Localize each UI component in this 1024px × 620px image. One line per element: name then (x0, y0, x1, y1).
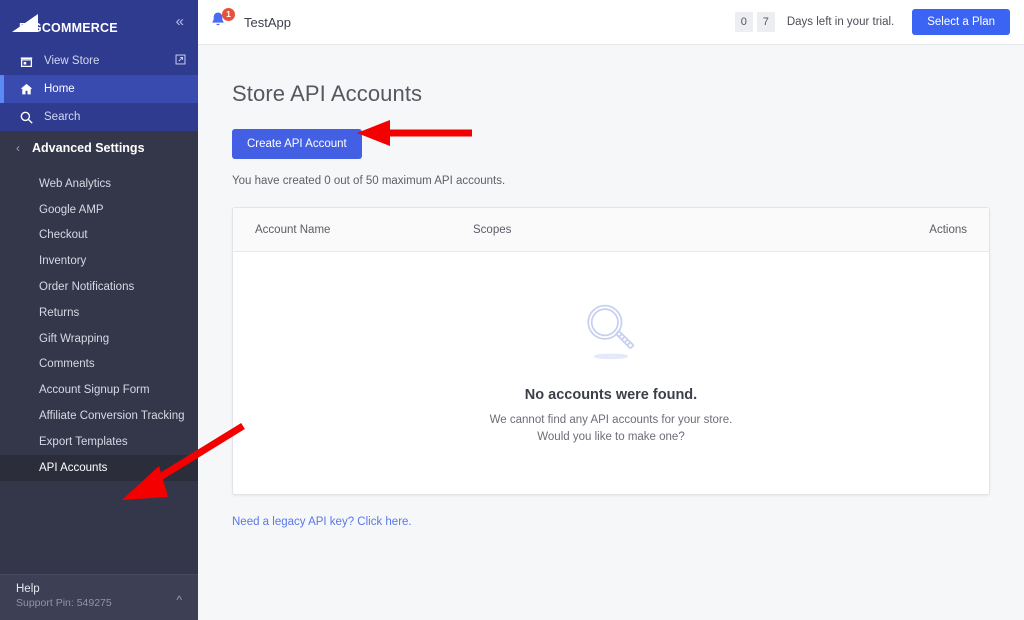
sidebar: BIGCOMMERCE « View Store (0, 0, 198, 620)
brand-header: BIGCOMMERCE « (0, 0, 198, 47)
sidebar-item-label: Returns (39, 307, 79, 319)
sidebar-item-api-accounts[interactable]: API Accounts (0, 455, 198, 481)
sidebar-item-inventory[interactable]: Inventory (0, 248, 198, 274)
sidebar-section-label: Advanced Settings (32, 141, 145, 155)
help-panel[interactable]: Help Support Pin: 549275 ^ (0, 574, 198, 620)
magnifying-glass-icon (576, 296, 646, 371)
app-root: BIGCOMMERCE « View Store (0, 0, 1024, 620)
sidebar-item-label: Inventory (39, 255, 86, 267)
sidebar-item-account-signup-form[interactable]: Account Signup Form (0, 377, 198, 403)
trial-area: 0 7 Days left in your trial. Select a Pl… (735, 9, 1010, 35)
sidebar-item-search[interactable]: Search (0, 103, 198, 131)
top-bar: 1 TestApp 0 7 Days left in your trial. S… (198, 0, 1024, 45)
sidebar-item-label: Order Notifications (39, 281, 134, 293)
sidebar-item-export-templates[interactable]: Export Templates (0, 429, 198, 455)
chevron-double-left-icon[interactable]: « (176, 14, 184, 29)
store-icon (20, 55, 42, 68)
sidebar-item-label: API Accounts (39, 462, 107, 474)
column-header-actions: Actions (907, 224, 967, 236)
main-area: 1 TestApp 0 7 Days left in your trial. S… (198, 0, 1024, 620)
sidebar-item-checkout[interactable]: Checkout (0, 223, 198, 249)
sidebar-section-advanced-settings[interactable]: ‹ Advanced Settings (0, 131, 198, 165)
trial-label: Days left in your trial. (787, 16, 894, 28)
table-header-row: Account Name Scopes Actions (233, 208, 989, 252)
home-icon (20, 83, 42, 96)
trial-days-digit-2: 7 (757, 12, 775, 32)
notification-badge: 1 (222, 8, 235, 21)
sidebar-item-label: Export Templates (39, 436, 128, 448)
external-link-icon[interactable] (175, 54, 186, 68)
sidebar-item-home[interactable]: Home (0, 75, 198, 103)
sidebar-item-label: Affiliate Conversion Tracking (39, 410, 185, 422)
empty-state: No accounts were found. We cannot find a… (233, 252, 989, 494)
bigcommerce-logo[interactable]: BIGCOMMERCE (12, 14, 139, 33)
sidebar-item-label: View Store (42, 55, 99, 67)
search-icon (20, 111, 42, 124)
sidebar-item-comments[interactable]: Comments (0, 352, 198, 378)
sidebar-item-returns[interactable]: Returns (0, 300, 198, 326)
brand-label: BIGCOMMERCE (19, 22, 118, 35)
sidebar-item-label: Search (42, 111, 80, 123)
sidebar-item-view-store[interactable]: View Store (0, 47, 198, 75)
sidebar-submenu: Web Analytics Google AMP Checkout Invent… (0, 165, 198, 574)
column-header-account-name: Account Name (255, 224, 473, 236)
sidebar-item-label: Checkout (39, 229, 88, 241)
sidebar-item-order-notifications[interactable]: Order Notifications (0, 274, 198, 300)
trial-days-digit-1: 0 (735, 12, 753, 32)
sidebar-item-google-amp[interactable]: Google AMP (0, 197, 198, 223)
empty-state-title: No accounts were found. (525, 387, 697, 403)
select-a-plan-button[interactable]: Select a Plan (912, 9, 1010, 35)
legacy-api-key-link[interactable]: Need a legacy API key? Click here. (232, 516, 412, 528)
support-pin: Support Pin: 549275 (16, 596, 184, 610)
chevron-up-icon[interactable]: ^ (176, 593, 182, 607)
create-api-account-button[interactable]: Create API Account (232, 129, 362, 159)
sidebar-item-label: Comments (39, 358, 95, 370)
empty-state-line-1: We cannot find any API accounts for your… (490, 414, 733, 426)
sidebar-item-label: Account Signup Form (39, 384, 150, 396)
sidebar-item-label: Home (42, 83, 75, 95)
sidebar-item-web-analytics[interactable]: Web Analytics (0, 171, 198, 197)
sidebar-item-affiliate-conversion-tracking[interactable]: Affiliate Conversion Tracking (0, 403, 198, 429)
column-header-scopes: Scopes (473, 224, 907, 236)
sidebar-item-label: Web Analytics (39, 178, 111, 190)
help-title: Help (16, 583, 184, 596)
quota-note: You have created 0 out of 50 maximum API… (232, 175, 990, 187)
sidebar-top-section: BIGCOMMERCE « View Store (0, 0, 198, 131)
sidebar-item-gift-wrapping[interactable]: Gift Wrapping (0, 326, 198, 352)
api-accounts-table-card: Account Name Scopes Actions (232, 207, 990, 495)
page-title: Store API Accounts (232, 81, 990, 107)
chevron-left-icon: ‹ (16, 141, 20, 155)
sidebar-item-label: Google AMP (39, 204, 104, 216)
content-area: Store API Accounts Create API Account Yo… (198, 45, 1024, 530)
notification-bell-icon[interactable]: 1 (208, 10, 234, 34)
app-title: TestApp (244, 15, 291, 30)
empty-state-line-2: Would you like to make one? (537, 431, 684, 443)
sidebar-item-label: Gift Wrapping (39, 333, 109, 345)
